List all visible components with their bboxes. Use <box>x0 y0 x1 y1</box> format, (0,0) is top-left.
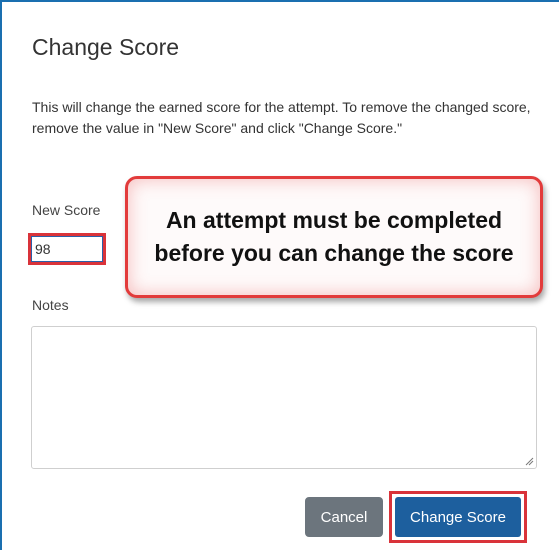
cancel-button[interactable]: Cancel <box>305 497 383 537</box>
change-score-highlight: Change Score <box>389 491 527 543</box>
annotation-callout-text: An attempt must be completed before you … <box>154 207 514 266</box>
new-score-label: New Score <box>32 202 101 218</box>
dialog-title: Change Score <box>32 34 180 60</box>
new-score-input[interactable] <box>31 236 103 262</box>
dialog-top-border <box>0 0 559 2</box>
dialog-left-border <box>0 0 2 550</box>
resize-handle-icon[interactable] <box>524 456 534 466</box>
notes-textarea[interactable] <box>31 326 537 469</box>
change-score-button[interactable]: Change Score <box>395 497 521 537</box>
dialog-description: This will change the earned score for th… <box>32 99 531 136</box>
new-score-highlight <box>28 233 106 265</box>
annotation-callout: An attempt must be completed before you … <box>125 176 543 298</box>
notes-label: Notes <box>32 297 69 313</box>
